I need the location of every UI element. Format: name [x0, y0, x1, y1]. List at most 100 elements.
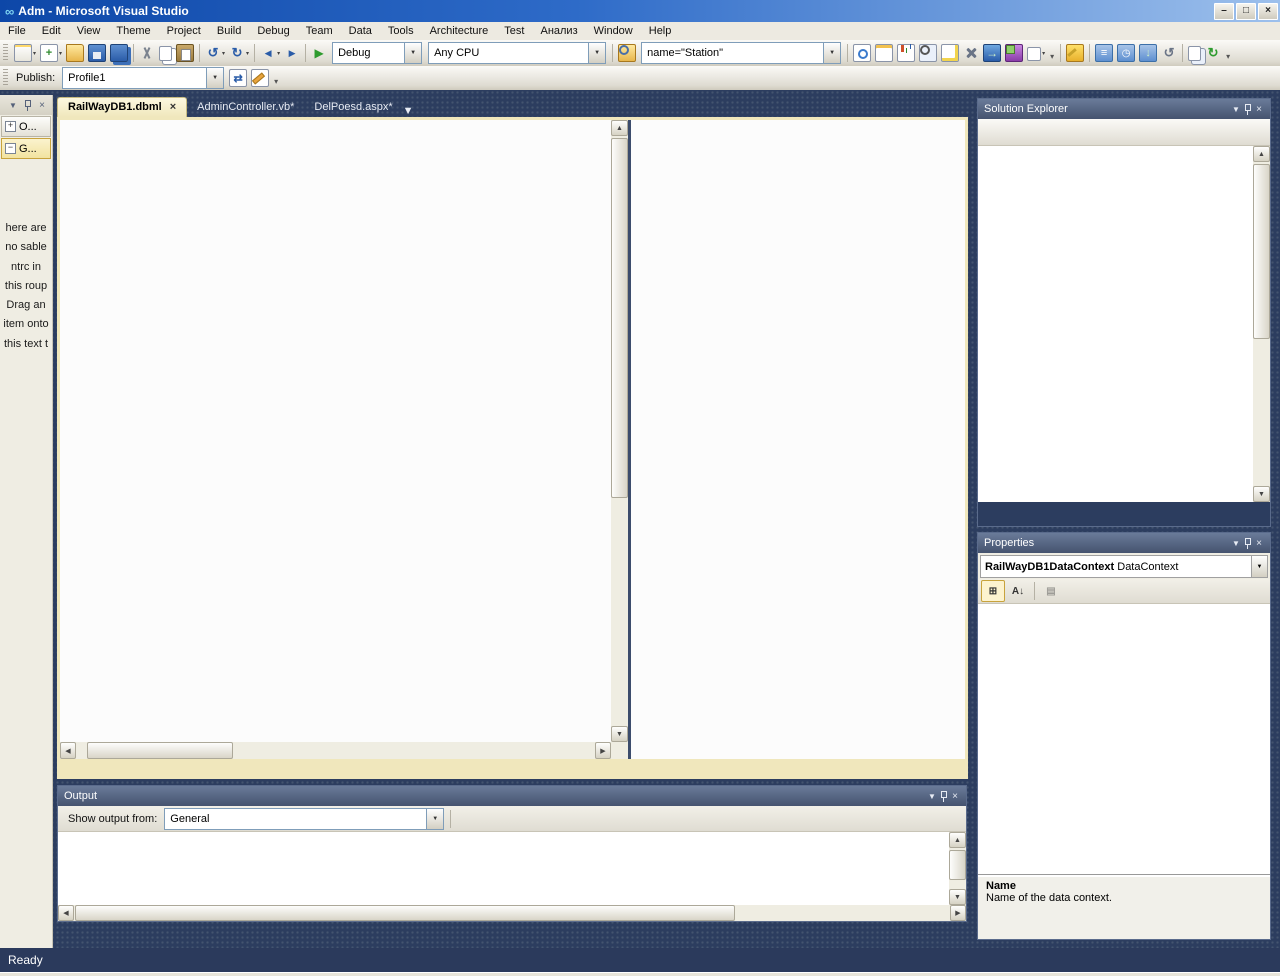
menu-item-data[interactable]: Data — [341, 23, 380, 39]
add-new-item-icon[interactable]: ▾ — [39, 43, 63, 63]
find-symbol-icon[interactable] — [918, 43, 938, 63]
scroll-up-icon[interactable]: ▲ — [1253, 146, 1270, 162]
scrollbar-thumb[interactable] — [611, 138, 628, 498]
menu-item-test[interactable]: Test — [496, 23, 532, 39]
output-source-combo[interactable]: General ▼ — [164, 807, 445, 830]
scroll-left-icon[interactable]: ◀ — [60, 742, 76, 759]
copy-icon[interactable] — [158, 45, 173, 62]
menu-item-анализ[interactable]: Анализ — [532, 23, 585, 39]
scroll-right-icon[interactable]: ▶ — [595, 742, 611, 759]
categorized-icon[interactable]: ⊞ — [981, 580, 1005, 602]
publish-profile-combo[interactable]: Profile1 ▼ — [62, 67, 225, 89]
chevron-down-icon[interactable]: ▼ — [6, 99, 20, 112]
bookmarks-icon[interactable] — [1065, 43, 1085, 63]
menu-item-team[interactable]: Team — [298, 23, 341, 39]
chevron-down-icon[interactable]: ▾ — [1042, 50, 1045, 57]
menu-item-edit[interactable]: Edit — [34, 23, 69, 39]
chevron-down-icon[interactable]: ▼ — [206, 68, 224, 88]
pin-icon[interactable] — [1243, 103, 1252, 115]
pin-icon[interactable] — [1243, 537, 1252, 549]
property-pages-icon[interactable]: ▤ — [1040, 581, 1062, 601]
schema-compare-icon[interactable] — [1004, 43, 1024, 63]
publish-web-icon[interactable] — [228, 68, 248, 88]
menu-item-window[interactable]: Window — [586, 23, 641, 39]
output-horizontal-scrollbar[interactable]: ◀ ▶ — [58, 905, 966, 921]
scrollbar-thumb[interactable] — [75, 905, 735, 921]
scrollbar-thumb[interactable] — [87, 742, 233, 759]
redo-icon[interactable]: ▾ — [228, 44, 250, 62]
menu-item-tools[interactable]: Tools — [380, 23, 422, 39]
menu-item-theme[interactable]: Theme — [108, 23, 158, 39]
search-combo[interactable]: name="Station" ▼ — [641, 42, 842, 64]
menu-item-debug[interactable]: Debug — [249, 23, 297, 39]
compare-icon[interactable] — [1187, 45, 1202, 62]
toolbar-grip[interactable] — [3, 69, 8, 87]
shelve-icon[interactable] — [1094, 43, 1114, 63]
navigate-forward-icon[interactable] — [283, 44, 301, 62]
window-layout-icon[interactable]: ▾ — [1026, 44, 1046, 62]
chevron-down-icon[interactable]: ▾ — [277, 50, 280, 57]
designer-canvas[interactable] — [60, 120, 611, 742]
menu-item-architecture[interactable]: Architecture — [422, 23, 497, 39]
new-project-icon[interactable]: ▾ — [13, 43, 37, 63]
chevron-down-icon[interactable]: ▾ — [33, 50, 36, 57]
scroll-right-icon[interactable]: ▶ — [950, 905, 966, 921]
toolbar-grip[interactable] — [3, 44, 8, 62]
output-text[interactable] — [58, 832, 949, 905]
undo-icon[interactable]: ▾ — [204, 44, 226, 62]
toolbar-overflow-icon[interactable]: ▾ — [1226, 52, 1230, 63]
property-pages-icon[interactable] — [874, 43, 894, 63]
chevron-down-icon[interactable]: ▼ — [925, 790, 939, 803]
customize-tools-icon[interactable] — [962, 44, 980, 62]
object-selector-combo[interactable]: RailWayDB1DataContext DataContext ▼ — [980, 555, 1268, 578]
canvas-horizontal-scrollbar[interactable]: ◀ ▶ — [60, 742, 611, 759]
expander-icon[interactable]: + — [5, 121, 16, 132]
close-icon[interactable]: × — [35, 99, 49, 112]
minimize-button[interactable]: – — [1214, 2, 1234, 20]
menu-item-help[interactable]: Help — [641, 23, 680, 39]
open-file-icon[interactable] — [65, 43, 85, 63]
platform-combo[interactable]: Any CPU ▼ — [428, 42, 607, 64]
scroll-up-icon[interactable]: ▲ — [611, 120, 628, 136]
chevron-down-icon[interactable]: ▾ — [222, 50, 225, 57]
refresh-icon[interactable] — [1204, 44, 1222, 62]
tree-vertical-scrollbar[interactable]: ▲ ▼ — [1253, 146, 1270, 502]
scroll-down-icon[interactable]: ▼ — [611, 726, 628, 742]
debug-target-combo[interactable]: Debug ▼ — [332, 42, 423, 64]
toolbar-overflow-icon[interactable]: ▾ — [1050, 52, 1054, 63]
scrollbar-thumb[interactable] — [1253, 164, 1270, 339]
performance-wizard-icon[interactable] — [896, 43, 916, 63]
chevron-down-icon[interactable]: ▼ — [1229, 537, 1243, 550]
expander-icon[interactable]: − — [5, 143, 16, 154]
chevron-down-icon[interactable]: ▼ — [404, 43, 422, 63]
scroll-down-icon[interactable]: ▼ — [1253, 486, 1270, 502]
tab-RailWayDB1dbml[interactable]: RailWayDB1.dbml × — [57, 97, 188, 117]
tab-list-dropdown[interactable]: ▼ — [403, 105, 414, 117]
tab-DelPoesdaspx[interactable]: DelPoesd.aspx* — [304, 98, 402, 117]
menu-item-view[interactable]: View — [69, 23, 109, 39]
chevron-down-icon[interactable]: ▼ — [823, 43, 841, 63]
restore-button[interactable]: □ — [1236, 2, 1256, 20]
close-icon[interactable]: × — [170, 101, 176, 113]
close-button[interactable]: × — [1258, 2, 1278, 20]
menu-item-project[interactable]: Project — [159, 23, 209, 39]
save-icon[interactable] — [87, 43, 107, 63]
scroll-down-icon[interactable]: ▼ — [949, 889, 966, 905]
output-vertical-scrollbar[interactable]: ▲ ▼ — [949, 832, 966, 905]
pin-icon[interactable] — [23, 99, 32, 111]
edit-profile-icon[interactable] — [250, 68, 270, 88]
toolbar-overflow-icon[interactable]: ▾ — [274, 77, 278, 88]
save-all-icon[interactable] — [109, 43, 129, 63]
start-debugging-icon[interactable] — [310, 44, 328, 62]
chevron-down-icon[interactable]: ▼ — [1229, 103, 1243, 116]
cut-icon[interactable] — [138, 44, 156, 62]
import-export-icon[interactable] — [982, 43, 1002, 63]
chevron-down-icon[interactable]: ▼ — [588, 43, 606, 63]
find-in-files-icon[interactable] — [617, 43, 637, 63]
menu-item-file[interactable]: File — [0, 23, 34, 39]
undo-pending-icon[interactable] — [1160, 44, 1178, 62]
quick-replace-icon[interactable] — [852, 43, 872, 63]
history-icon[interactable] — [1116, 43, 1136, 63]
close-icon[interactable]: × — [1252, 537, 1266, 550]
close-icon[interactable]: × — [1252, 103, 1266, 116]
